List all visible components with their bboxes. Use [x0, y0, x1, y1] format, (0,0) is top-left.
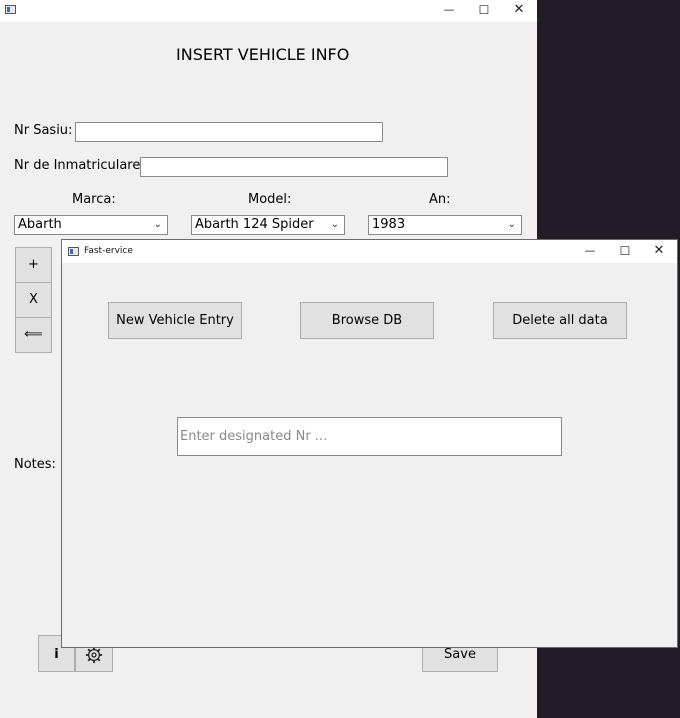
delete-all-data-button[interactable]: Delete all data: [493, 302, 627, 339]
chevron-down-icon: ⌄: [153, 219, 162, 230]
back-arrow-button[interactable]: ⟸: [15, 317, 52, 353]
maximize-button[interactable]: ☐: [608, 240, 642, 262]
nr-sasiu-input[interactable]: [75, 122, 383, 142]
close-button[interactable]: ✕: [502, 0, 536, 20]
close-button[interactable]: ✕: [642, 240, 676, 262]
maximize-button[interactable]: ☐: [467, 0, 501, 20]
nr-inmatriculare-label: Nr de Inmatriculare:: [14, 158, 145, 173]
add-button[interactable]: +: [15, 247, 52, 283]
model-label: Model:: [248, 192, 292, 207]
minimize-button[interactable]: —: [432, 0, 466, 20]
new-vehicle-entry-button[interactable]: New Vehicle Entry: [108, 302, 242, 339]
minimize-button[interactable]: —: [573, 240, 607, 262]
browse-db-button[interactable]: Browse DB: [300, 302, 434, 339]
chevron-down-icon: ⌄: [330, 219, 339, 230]
gear-icon: [85, 646, 103, 664]
designated-nr-input[interactable]: Enter designated Nr ...: [177, 417, 562, 456]
model-select[interactable]: Abarth 124 Spider ⌄: [191, 215, 345, 235]
notes-label: Notes:: [14, 457, 56, 472]
app-icon: [5, 5, 16, 14]
nr-inmatriculare-input[interactable]: [140, 157, 448, 177]
marca-value: Abarth: [18, 217, 62, 232]
title-bar: Fast-ervice — ☐ ✕: [62, 240, 677, 263]
an-select[interactable]: 1983 ⌄: [368, 215, 522, 235]
chevron-down-icon: ⌄: [507, 219, 516, 230]
model-value: Abarth 124 Spider: [195, 217, 314, 232]
nr-sasiu-label: Nr Sasiu:: [14, 123, 73, 138]
window-title: Fast-ervice: [84, 246, 133, 256]
fast-ervice-window: Fast-ervice — ☐ ✕ New Vehicle Entry Brow…: [61, 239, 678, 648]
an-value: 1983: [372, 217, 406, 232]
marca-select[interactable]: Abarth ⌄: [14, 215, 168, 235]
page-title: INSERT VEHICLE INFO: [176, 45, 350, 64]
title-bar: — ☐ ✕: [0, 0, 537, 22]
app-icon: [68, 247, 79, 256]
remove-button[interactable]: X: [15, 282, 52, 318]
marca-label: Marca:: [72, 192, 116, 207]
an-label: An:: [429, 192, 451, 207]
